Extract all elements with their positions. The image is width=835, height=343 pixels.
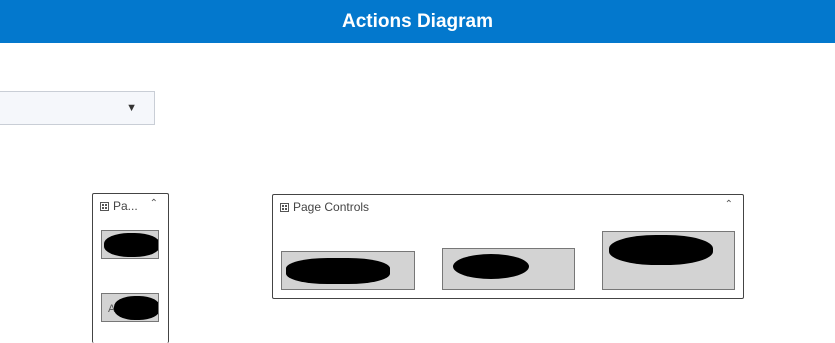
controls-panel-small: Pa... ⌃ A	[92, 193, 169, 343]
action-button[interactable]	[101, 230, 159, 259]
grid-icon	[280, 202, 289, 212]
action-button[interactable]: A	[101, 293, 159, 322]
page-title: Actions Diagram	[342, 10, 493, 32]
redaction-mark	[114, 296, 158, 320]
chevron-down-icon[interactable]: ▼	[126, 102, 137, 114]
action-button[interactable]	[442, 248, 575, 290]
collapse-icon[interactable]: ⌃	[150, 199, 158, 209]
grid-icon	[100, 201, 109, 211]
panel-title: Pa...	[113, 199, 138, 213]
redaction-mark	[609, 235, 713, 265]
redaction-mark	[286, 258, 390, 284]
action-button[interactable]	[602, 231, 735, 290]
page-controls-panel: Page Controls ⌃	[272, 194, 744, 299]
collapse-icon[interactable]: ⌃	[725, 200, 733, 210]
title-bar: Actions Diagram	[0, 0, 835, 43]
redaction-mark	[104, 233, 158, 257]
panel-header: Pa... ⌃	[93, 194, 168, 218]
redaction-mark	[453, 254, 529, 279]
action-button[interactable]	[281, 251, 415, 290]
dropdown-select[interactable]: ▼	[0, 91, 155, 125]
panel-header: Page Controls ⌃	[273, 195, 743, 219]
panel-title: Page Controls	[293, 200, 370, 214]
